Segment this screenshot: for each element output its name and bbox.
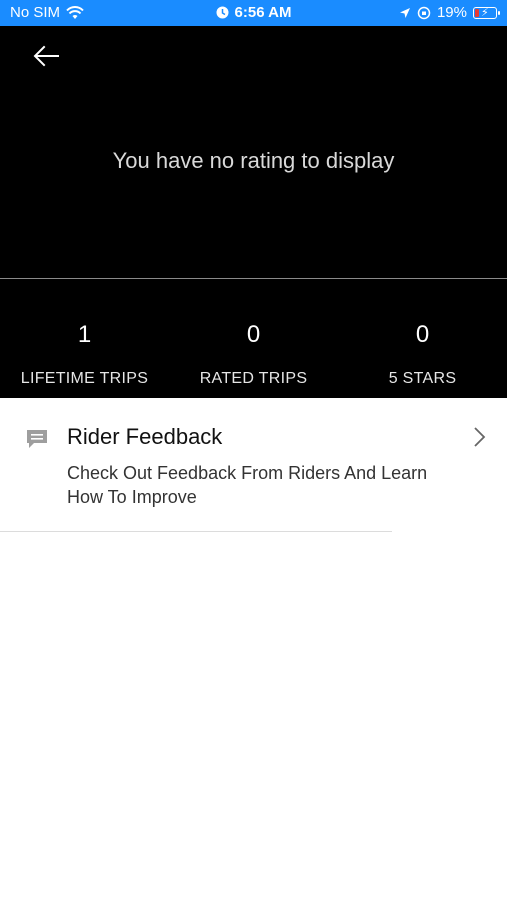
status-bar: No SIM 6:56 AM 19% ⚡ — [0, 0, 507, 26]
stat-label: 5 STARS — [388, 370, 457, 387]
stat-value: 0 — [415, 321, 430, 348]
charging-bolt-icon: ⚡ — [481, 6, 489, 19]
arrow-left-icon — [33, 45, 59, 67]
chevron-right-icon — [474, 427, 486, 447]
battery-icon: ⚡ — [473, 6, 500, 19]
battery-level — [475, 8, 480, 17]
feedback-subtitle: Check Out Feedback From Riders And Learn… — [67, 463, 428, 507]
orientation-lock-icon — [417, 6, 431, 19]
clock-time: 6:56 AM — [234, 4, 292, 21]
location-icon — [399, 7, 410, 18]
rating-header: You have no rating to display — [0, 26, 507, 278]
battery-percent: 19% — [436, 4, 467, 21]
stat-label: LIFETIME TRIPS — [20, 370, 149, 387]
stat-label: RATED TRIPS — [199, 370, 308, 387]
rider-feedback-row[interactable]: Rider Feedback Check Out Feedback From R… — [0, 398, 507, 530]
no-rating-message: You have no rating to display — [112, 148, 395, 173]
trip-stats: 1 LIFETIME TRIPS 0 RATED TRIPS 0 5 STARS — [0, 279, 507, 398]
back-button[interactable] — [28, 40, 68, 72]
stat-five-stars: 0 5 STARS — [338, 279, 507, 398]
stat-value: 1 — [77, 321, 92, 348]
chat-bubble-icon — [27, 430, 47, 448]
stat-lifetime-trips: 1 LIFETIME TRIPS — [0, 279, 169, 398]
stat-value: 0 — [246, 321, 261, 348]
stat-rated-trips: 0 RATED TRIPS — [169, 279, 338, 398]
row-divider — [0, 531, 392, 532]
feedback-title: Rider Feedback — [67, 424, 223, 449]
status-right: 19% ⚡ — [399, 4, 500, 21]
alarm-icon — [216, 6, 229, 19]
